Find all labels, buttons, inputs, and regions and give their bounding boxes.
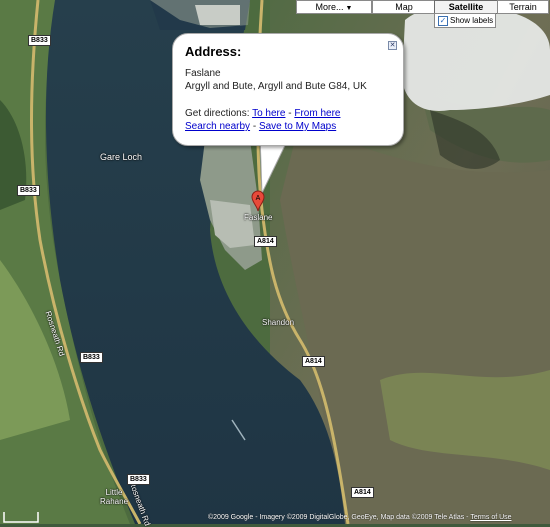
shandon-label: Shandon [262,318,295,327]
info-window: Address: ✕ Faslane Argyll and Bute, Argy… [172,33,404,146]
directions-to-here-link[interactable]: To here [252,108,285,119]
road-shield-b833: B833 [28,35,51,46]
attribution: ©2009 Google - Imagery ©2009 DigitalGlob… [208,514,512,521]
directions-from-here-link[interactable]: From here [294,108,340,119]
more-label: More... [315,2,344,12]
road-shield-a814: A814 [302,356,325,367]
directions-prefix: Get directions: [185,108,250,119]
place-address: Argyll and Bute, Argyll and Bute G84, UK [185,81,367,92]
separator: - [285,108,295,119]
more-button[interactable]: More... ▼ [296,0,372,14]
map-type-map-label: Map [395,2,413,12]
checkbox-checked-icon[interactable]: ✓ [438,15,448,26]
directions-row: Get directions: To here - From here [185,108,340,119]
road-shield-b833: B833 [127,474,150,485]
map-type-satellite-button[interactable]: Satellite [434,0,498,14]
road-shield-a814: A814 [254,236,277,247]
marker-letter: A [256,195,261,202]
map-type-terrain-label: Terrain [509,2,537,12]
map-type-satellite-label: Satellite [448,2,484,12]
map-type-map-button[interactable]: Map [372,0,436,14]
info-window-title: Address: [185,44,242,59]
attribution-text: ©2009 Google - Imagery ©2009 DigitalGlob… [208,514,471,521]
road-shield-b833: B833 [17,185,40,196]
actions-row: Search nearby - Save to My Maps [185,121,336,132]
map-marker-icon[interactable]: A [251,190,265,212]
chevron-down-icon: ▼ [345,5,353,12]
little-rahane-label: Little Rahane [100,488,129,506]
separator: - [250,121,259,132]
terms-of-use-link[interactable]: Terms of Use [470,514,511,521]
show-labels-label: Show labels [450,16,494,25]
map-type-terrain-button[interactable]: Terrain [497,0,549,14]
faslane-label: Faslane [244,213,273,222]
scale-bar [3,512,39,523]
road-shield-b833: B833 [80,352,103,363]
place-name: Faslane [185,68,221,79]
search-nearby-link[interactable]: Search nearby [185,121,250,132]
show-labels-toggle[interactable]: ✓ Show labels [434,13,496,28]
close-icon[interactable]: ✕ [388,41,397,50]
road-shield-a814: A814 [351,487,374,498]
save-to-my-maps-link[interactable]: Save to My Maps [259,121,336,132]
gare-loch-label: Gare Loch [100,152,143,162]
